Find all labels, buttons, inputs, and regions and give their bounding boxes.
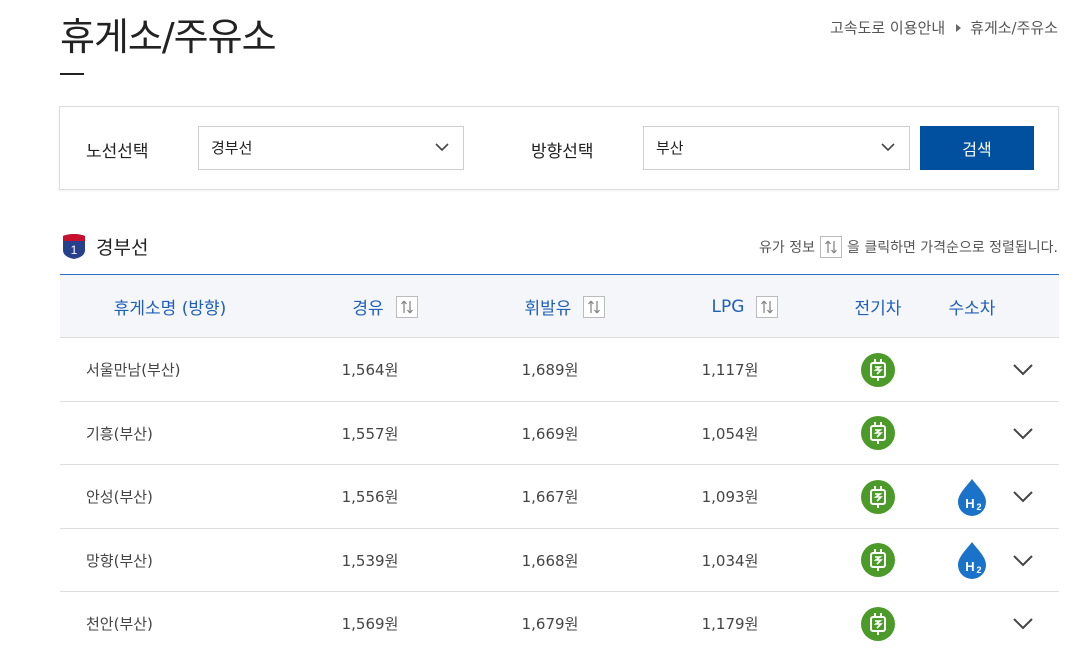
- header-lpg-label: LPG: [711, 296, 745, 317]
- rest-area-name: 기흥(부산): [86, 424, 153, 443]
- table-row[interactable]: 안성(부산) 1,556원 1,667원 1,093원 H 2: [60, 465, 1059, 529]
- header-name: 휴게소명 (방향): [90, 275, 250, 338]
- hydrogen-cell: H 2: [932, 465, 1012, 528]
- rest-area-name: 망향(부산): [86, 551, 153, 570]
- table-body: 서울만남(부산) 1,564원 1,689원 1,117원 기흥(부산) 1,5…: [60, 338, 1059, 654]
- direction-select[interactable]: 부산: [643, 126, 910, 170]
- diesel-price: 1,689원: [521, 361, 579, 379]
- header-diesel[interactable]: 휘발유: [470, 275, 660, 338]
- gasoline-price: 1,539원: [341, 551, 399, 570]
- chevron-down-icon[interactable]: [1011, 549, 1035, 573]
- table-header: 휴게소명 (방향) 경유 휘발유 LPG 전기차 수소차: [60, 275, 1059, 338]
- h2-icon: H 2: [958, 478, 986, 516]
- gasoline-price: 1,564원: [341, 361, 399, 379]
- ev-charger-icon: [861, 416, 895, 450]
- header-gasoline[interactable]: 경유: [290, 275, 480, 338]
- ev-charger-icon: [861, 543, 895, 577]
- svg-text:H: H: [965, 496, 974, 511]
- chevron-down-icon[interactable]: [1011, 612, 1035, 636]
- header-ev-label: 전기차: [854, 299, 902, 319]
- diesel-price: 1,668원: [521, 551, 579, 570]
- ev-cell: [838, 338, 918, 401]
- route-select[interactable]: 경부선: [198, 126, 464, 170]
- svg-text:H: H: [965, 559, 974, 574]
- header-hydrogen: 수소차: [932, 275, 1012, 338]
- sort-arrows-icon: [820, 236, 842, 258]
- svg-text:2: 2: [976, 502, 981, 512]
- svg-text:2: 2: [976, 565, 981, 575]
- ev-charger-icon: [861, 606, 895, 641]
- chevron-down-icon[interactable]: [1011, 485, 1035, 509]
- diesel-price: 1,667원: [521, 488, 579, 506]
- search-panel: 노선선택 경부선 방향선택 부산 검색: [59, 106, 1059, 190]
- table-row[interactable]: 천안(부산) 1,569원 1,679원 1,179원: [60, 592, 1059, 654]
- diesel-price: 1,679원: [521, 615, 579, 633]
- hydrogen-cell: H 2: [932, 529, 1012, 592]
- hydrogen-cell: [932, 338, 1012, 401]
- breadcrumb: 고속도로 이용안내 휴게소/주유소: [830, 17, 1058, 38]
- route-badge-number: 1: [71, 243, 78, 257]
- rest-area-name: 천안(부산): [86, 615, 153, 633]
- diesel-price: 1,669원: [521, 424, 579, 443]
- gasoline-price: 1,569원: [341, 615, 399, 633]
- breadcrumb-arrow-icon: [956, 23, 962, 32]
- route-select-label: 노선선택: [86, 142, 149, 162]
- ev-cell: [838, 402, 918, 465]
- chevron-down-icon[interactable]: [1011, 358, 1035, 382]
- ev-charger-icon: [861, 352, 895, 387]
- ev-cell: [838, 465, 918, 528]
- route-name: 경부선: [96, 236, 149, 259]
- lpg-price: 1,034원: [701, 551, 759, 570]
- table-row[interactable]: 서울만남(부산) 1,564원 1,689원 1,117원: [60, 338, 1059, 402]
- ev-cell: [838, 592, 918, 654]
- lpg-price: 1,117원: [701, 361, 759, 379]
- ev-charger-icon: [861, 479, 895, 514]
- title-underline: [60, 73, 84, 75]
- rest-area-name: 안성(부산): [86, 488, 153, 506]
- hydrogen-cell: [932, 402, 1012, 465]
- table-row[interactable]: 망향(부산) 1,539원 1,668원 1,034원 H 2: [60, 529, 1059, 592]
- sort-arrows-icon[interactable]: [583, 295, 606, 318]
- header-hydrogen-label: 수소차: [948, 299, 996, 319]
- sort-arrows-icon[interactable]: [395, 295, 418, 318]
- gasoline-price: 1,556원: [341, 488, 399, 506]
- direction-select-value: 부산: [656, 139, 684, 157]
- search-button[interactable]: 검색: [920, 126, 1034, 170]
- rest-area-table: 휴게소명 (방향) 경유 휘발유 LPG 전기차 수소차 서울만남(부산) 1,…: [60, 274, 1059, 654]
- header-gasoline-label: 경유: [352, 299, 384, 319]
- sort-arrows-icon[interactable]: [756, 295, 779, 318]
- route-heading: 1 경부선: [60, 232, 148, 260]
- route-shield-icon: 1: [63, 234, 85, 259]
- header-diesel-label: 휘발유: [524, 299, 572, 319]
- lpg-price: 1,179원: [701, 615, 759, 633]
- sort-hint-after: 을 클릭하면 가격순으로 정렬됩니다.: [847, 240, 1058, 256]
- breadcrumb-current: 휴게소/주유소: [970, 19, 1058, 37]
- chevron-down-icon: [881, 143, 895, 152]
- ev-cell: [838, 529, 918, 592]
- breadcrumb-parent-link[interactable]: 고속도로 이용안내: [830, 17, 945, 38]
- header-ev: 전기차: [838, 275, 918, 338]
- page-title: 휴게소/주유소: [60, 15, 277, 59]
- direction-select-label: 방향선택: [531, 142, 594, 162]
- gasoline-price: 1,557원: [341, 424, 399, 443]
- header-lpg[interactable]: LPG: [650, 275, 840, 338]
- table-row[interactable]: 기흥(부산) 1,557원 1,669원 1,054원: [60, 402, 1059, 465]
- sort-hint-before: 유가 정보: [759, 240, 815, 256]
- h2-icon: H 2: [958, 542, 986, 579]
- hydrogen-cell: [932, 592, 1012, 654]
- header-name-label: 휴게소명 (방향): [113, 299, 227, 319]
- lpg-price: 1,054원: [701, 424, 759, 443]
- route-select-value: 경부선: [211, 139, 253, 157]
- sort-hint: 유가 정보 을 클릭하면 가격순으로 정렬됩니다.: [759, 236, 1058, 258]
- lpg-price: 1,093원: [701, 488, 759, 506]
- rest-area-name: 서울만남(부산): [86, 361, 181, 379]
- chevron-down-icon[interactable]: [1011, 422, 1035, 446]
- chevron-down-icon: [435, 143, 449, 152]
